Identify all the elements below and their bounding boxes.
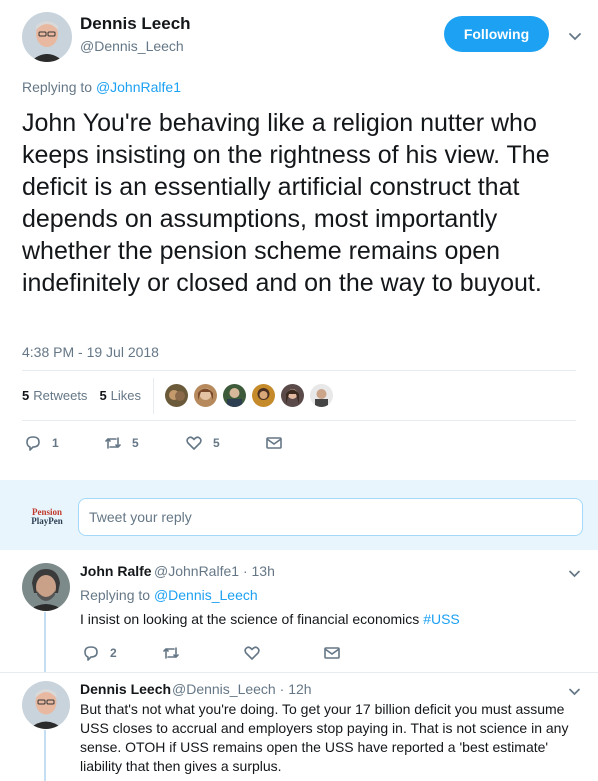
reply-icon — [84, 646, 98, 661]
divider — [0, 672, 598, 673]
message-action[interactable] — [265, 434, 293, 452]
retweet-count: 5 — [132, 436, 139, 450]
reply-meta: @JohnRalfe1 · 13h — [154, 563, 275, 579]
retweet-action[interactable]: 5 — [104, 434, 139, 452]
logo-line2: PlayPen — [31, 516, 63, 526]
tweet-reply-input[interactable]: Tweet your reply — [78, 498, 583, 536]
retweets-label: Retweets — [33, 388, 88, 403]
reply-author-handle[interactable]: @JohnRalfe1 — [154, 563, 239, 579]
replying-to: Replying to @Dennis_Leech — [80, 587, 258, 603]
liker-avatar[interactable] — [310, 384, 333, 407]
replying-to-mention[interactable]: @JohnRalfe1 — [96, 79, 181, 95]
reply-count: 1 — [52, 436, 59, 450]
reply-action[interactable]: 1 — [24, 434, 59, 452]
replying-prefix: Replying to — [22, 79, 93, 95]
chevron-down-icon[interactable] — [568, 567, 581, 580]
likes-stat[interactable]: 5 Likes — [99, 388, 141, 403]
stats-separator — [153, 378, 154, 414]
meta-separator: · — [242, 563, 248, 579]
reply-meta: @Dennis_Leech · 12h — [172, 681, 312, 697]
like-action[interactable] — [243, 644, 271, 662]
likes-label: Likes — [110, 388, 142, 403]
liker-avatar[interactable] — [281, 384, 304, 407]
liker-avatar[interactable] — [223, 384, 246, 407]
likers-avatars — [165, 384, 339, 407]
author-name[interactable]: Dennis Leech — [80, 14, 191, 34]
reply-author-name[interactable]: Dennis Leech — [80, 681, 171, 697]
reply-text: I insist on looking at the science of fi… — [80, 610, 585, 629]
likes-count: 5 — [99, 388, 107, 403]
tweet-timestamp[interactable]: 4:38 PM - 19 Jul 2018 — [22, 344, 159, 360]
reply-author-handle[interactable]: @Dennis_Leech — [172, 681, 276, 697]
like-count: 5 — [213, 436, 220, 450]
retweet-icon — [105, 437, 121, 449]
reply-time[interactable]: 12h — [288, 681, 311, 697]
reply-avatar[interactable] — [22, 681, 70, 729]
retweet-icon — [163, 647, 179, 659]
envelope-icon — [324, 647, 340, 659]
tweet-stats: 5 Retweets 5 Likes — [22, 388, 149, 403]
liker-avatar[interactable] — [252, 384, 275, 407]
reply-text-body: I insist on looking at the science of fi… — [80, 611, 424, 627]
replying-to: Replying to @JohnRalfe1 — [22, 79, 181, 95]
heart-icon — [244, 646, 260, 660]
reply-icon — [26, 436, 40, 451]
heart-icon — [186, 436, 202, 450]
reply-time[interactable]: 13h — [252, 563, 275, 579]
message-action[interactable] — [323, 644, 351, 662]
like-action[interactable]: 5 — [185, 434, 220, 452]
chevron-down-icon[interactable] — [568, 29, 582, 43]
reply-text: But that's not what you're doing. To get… — [80, 701, 569, 774]
thread-line — [44, 730, 46, 781]
pension-playpen-logo: Pension PlayPen — [30, 500, 64, 534]
divider — [22, 420, 576, 421]
retweets-count: 5 — [22, 388, 30, 403]
hashtag-link[interactable]: #USS — [423, 611, 460, 627]
following-button[interactable]: Following — [444, 16, 549, 52]
liker-avatar[interactable] — [165, 384, 188, 407]
author-avatar[interactable] — [22, 12, 72, 62]
replying-to-mention[interactable]: @Dennis_Leech — [154, 587, 258, 603]
reply-action[interactable]: 2 — [82, 644, 117, 662]
retweets-stat[interactable]: 5 Retweets — [22, 388, 87, 403]
liker-avatar[interactable] — [194, 384, 217, 407]
replying-prefix: Replying to — [80, 587, 151, 603]
thread-line — [44, 612, 46, 672]
reply-count: 2 — [110, 646, 117, 660]
chevron-down-icon[interactable] — [568, 685, 581, 698]
author-handle[interactable]: @Dennis_Leech — [80, 38, 184, 54]
meta-separator: · — [279, 681, 285, 697]
tweet-text: John You're behaving like a religion nut… — [22, 109, 550, 297]
main-tweet: Dennis Leech @Dennis_Leech Following Rep… — [0, 0, 598, 480]
reply-author-name[interactable]: John Ralfe — [80, 563, 152, 579]
divider — [22, 370, 576, 371]
envelope-icon — [266, 437, 282, 449]
retweet-action[interactable] — [162, 644, 190, 662]
reply-avatar[interactable] — [22, 563, 70, 611]
